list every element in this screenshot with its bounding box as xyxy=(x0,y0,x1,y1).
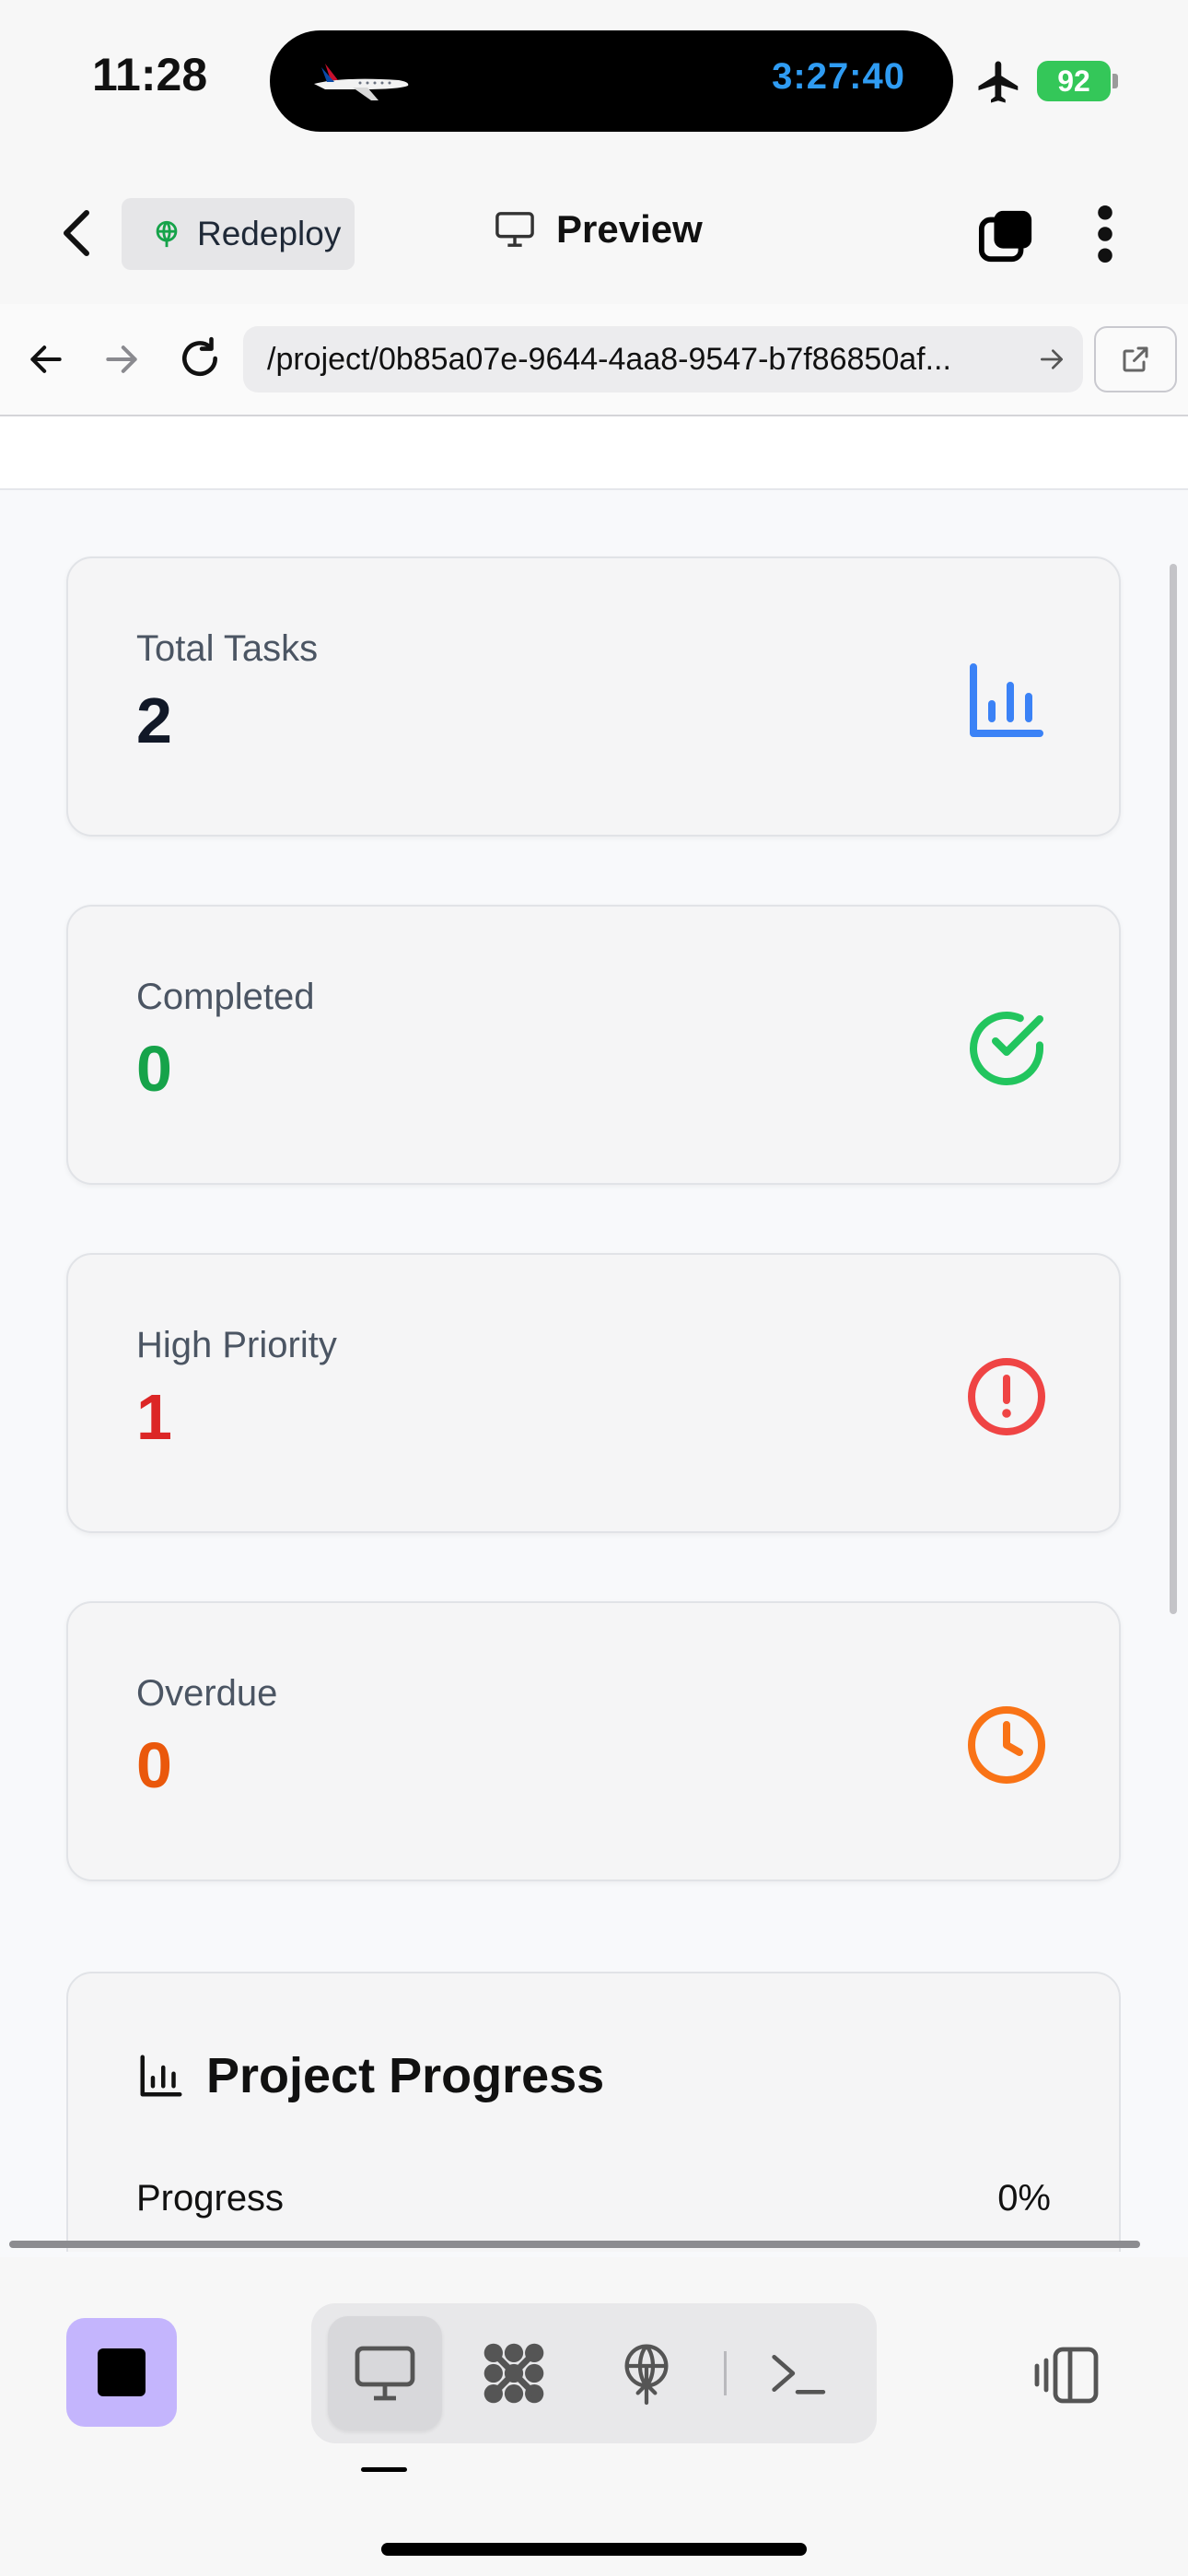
mode-divider xyxy=(724,2351,727,2395)
arrow-right-icon[interactable] xyxy=(101,339,142,380)
back-chevron-icon[interactable] xyxy=(57,207,94,259)
open-external-button[interactable] xyxy=(1094,326,1177,392)
stat-label: Overdue xyxy=(136,1673,278,1714)
bottom-toolbar xyxy=(0,2257,1188,2576)
preview-title-text: Preview xyxy=(556,207,703,251)
clock-icon xyxy=(968,1706,1045,1784)
check-circle-icon xyxy=(970,1012,1043,1085)
console-icon xyxy=(772,2354,826,2395)
deploy-mode-button[interactable] xyxy=(589,2316,704,2430)
stop-icon xyxy=(98,2348,146,2396)
battery-cap xyxy=(1112,74,1118,88)
home-indicator xyxy=(381,2543,807,2556)
tabs-icon[interactable] xyxy=(978,207,1035,264)
workflow-icon xyxy=(483,2343,544,2404)
vertical-scrollbar[interactable] xyxy=(1170,564,1177,1614)
monitor-icon xyxy=(495,212,534,247)
page-title: Preview xyxy=(494,207,703,252)
panel-toggle-icon[interactable] xyxy=(1030,2346,1103,2405)
deploy-globe-icon xyxy=(624,2344,669,2406)
status-time: 11:28 xyxy=(92,49,208,100)
go-arrow-icon[interactable] xyxy=(1037,345,1066,374)
project-progress-card: Project Progress Progress 0% xyxy=(66,1972,1121,2252)
active-mode-indicator xyxy=(361,2467,407,2472)
reload-icon[interactable] xyxy=(177,335,223,381)
progress-title: Project Progress xyxy=(206,2048,605,2103)
external-link-icon xyxy=(1123,346,1148,372)
stat-card-completed: Completed 0 xyxy=(66,905,1121,1185)
stat-value: 0 xyxy=(136,1033,172,1105)
battery-icon: 92 xyxy=(1037,61,1111,101)
app-header: Redeploy Preview xyxy=(0,161,1188,306)
url-input[interactable]: /project/0b85a07e-9644-4aa8-9547-b7f8685… xyxy=(243,326,1083,392)
dashboard-content[interactable]: Total Tasks 2 Completed 0 High Priority … xyxy=(0,490,1188,2252)
mode-switcher xyxy=(311,2303,877,2443)
horizontal-scrollbar[interactable] xyxy=(9,2241,1140,2248)
bar-chart-icon xyxy=(140,2055,182,2097)
stat-value: 0 xyxy=(136,1729,172,1801)
stat-label: Completed xyxy=(136,977,315,1017)
console-mode-button[interactable] xyxy=(740,2316,855,2430)
stat-label: Total Tasks xyxy=(136,628,319,669)
globe-deploy-icon xyxy=(156,220,178,248)
stat-value: 1 xyxy=(136,1381,172,1453)
stat-card-total-tasks: Total Tasks 2 xyxy=(66,556,1121,837)
redeploy-button[interactable]: Redeploy xyxy=(122,198,355,270)
airplane-mode-icon xyxy=(978,61,1019,103)
dynamic-island[interactable]: 3:27:40 xyxy=(270,30,953,132)
workflow-mode-button[interactable] xyxy=(457,2316,571,2430)
stat-card-high-priority: High Priority 1 xyxy=(66,1253,1121,1533)
status-bar: 11:28 3:27:40 92 xyxy=(0,0,1188,161)
live-activity-timer: 3:27:40 xyxy=(772,56,905,97)
arrow-left-icon[interactable] xyxy=(26,339,66,380)
bar-chart-icon xyxy=(970,663,1043,737)
stop-button[interactable] xyxy=(66,2318,177,2427)
page-header-strip xyxy=(0,416,1188,490)
redeploy-label: Redeploy xyxy=(197,215,342,252)
battery-level: 92 xyxy=(1057,64,1090,98)
browser-url-bar: /project/0b85a07e-9644-4aa8-9547-b7f8685… xyxy=(0,304,1188,416)
stat-card-overdue: Overdue 0 xyxy=(66,1601,1121,1881)
preview-mode-button[interactable] xyxy=(328,2316,442,2430)
preview-monitor-icon xyxy=(355,2346,415,2401)
progress-value: 0% xyxy=(997,2178,1051,2219)
progress-heading: Project Progress xyxy=(136,2047,604,2104)
progress-label: Progress xyxy=(136,2178,285,2219)
american-airlines-plane-icon xyxy=(314,64,409,100)
url-text: /project/0b85a07e-9644-4aa8-9547-b7f8685… xyxy=(267,341,951,377)
stat-label: High Priority xyxy=(136,1325,337,1365)
more-vertical-icon[interactable] xyxy=(1094,204,1116,264)
alert-circle-icon xyxy=(968,1358,1045,1435)
stat-value: 2 xyxy=(136,685,172,756)
